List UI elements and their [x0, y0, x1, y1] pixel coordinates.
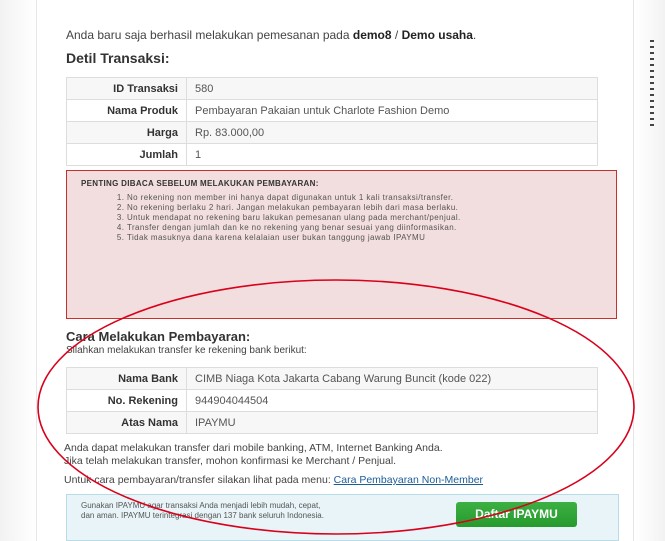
promo-text: Gunakan IPAYMU agar transaksi Anda menja…: [81, 501, 324, 520]
payment-method-title: Cara Melakukan Pembayaran:: [66, 329, 251, 344]
account-holder-value: IPAYMU: [186, 411, 598, 434]
table-row: Jumlah 1: [66, 143, 598, 166]
payment-method-subtitle: Silahkan melakukan transfer ke rekening …: [66, 345, 307, 356]
transfer-info: Anda dapat melakukan transfer dari mobil…: [64, 442, 443, 468]
price-value: Rp. 83.000,00: [186, 121, 598, 144]
list-item: Tidak masuknya dana karena kelalaian use…: [127, 233, 587, 243]
content-border-right: [633, 0, 634, 541]
bank-account-table: Nama Bank CIMB Niaga Kota Jakarta Cabang…: [66, 367, 598, 434]
table-row: Atas Nama IPAYMU: [66, 411, 598, 434]
product-name-label: Nama Produk: [66, 99, 187, 122]
register-ipaymu-button[interactable]: Daftar IPAYMU: [456, 502, 577, 527]
business-name: Demo usaha: [401, 28, 473, 42]
price-label: Harga: [66, 121, 187, 144]
transaction-id-value: 580: [186, 77, 598, 100]
product-name-value: Pembayaran Pakaian untuk Charlote Fashio…: [186, 99, 598, 122]
table-row: Nama Bank CIMB Niaga Kota Jakarta Cabang…: [66, 367, 598, 390]
list-item: No rekening non member ini hanya dapat d…: [127, 193, 587, 203]
payment-guide-line: Untuk cara pembayaran/transfer silakan l…: [64, 474, 484, 486]
bank-name-label: Nama Bank: [66, 367, 187, 390]
page-margin-left: [0, 0, 36, 541]
table-row: ID Transaksi 580: [66, 77, 598, 100]
warning-box: PENTING DIBACA SEBELUM MELAKUKAN PEMBAYA…: [66, 170, 617, 319]
order-confirmation-message: Anda baru saja berhasil melakukan pemesa…: [66, 28, 477, 42]
account-number-label: No. Rekening: [66, 389, 187, 412]
warning-list: No rekening non member ini hanya dapat d…: [111, 193, 587, 243]
list-item: Transfer dengan jumlah dan ke no rekenin…: [127, 223, 587, 233]
ipaymu-promo-box: Gunakan IPAYMU agar transaksi Anda menja…: [66, 494, 619, 541]
quantity-value: 1: [186, 143, 598, 166]
warning-title: PENTING DIBACA SEBELUM MELAKUKAN PEMBAYA…: [81, 179, 319, 188]
list-item: No rekening berlaku 2 hari. Jangan melak…: [127, 203, 587, 213]
merchant-name: demo8: [352, 28, 392, 42]
account-number-value: 944904044504: [186, 389, 598, 412]
transaction-detail-title: Detil Transaksi:: [66, 50, 170, 66]
quantity-label: Jumlah: [66, 143, 187, 166]
transaction-id-label: ID Transaksi: [66, 77, 187, 100]
transfer-info-line: Anda dapat melakukan transfer dari mobil…: [64, 442, 443, 454]
payment-guide-link[interactable]: Cara Pembayaran Non-Member: [334, 474, 483, 486]
table-row: No. Rekening 944904044504: [66, 389, 598, 412]
transaction-table: ID Transaksi 580 Nama Produk Pembayaran …: [66, 77, 598, 166]
table-row: Harga Rp. 83.000,00: [66, 121, 598, 144]
transfer-info-line: Jika telah melakukan transfer, mohon kon…: [64, 455, 397, 467]
account-holder-label: Atas Nama: [66, 411, 187, 434]
scrollbar-track[interactable]: [650, 40, 654, 130]
content-border-left: [36, 0, 37, 541]
table-row: Nama Produk Pembayaran Pakaian untuk Cha…: [66, 99, 598, 122]
list-item: Untuk mendapat no rekening baru lakukan …: [127, 213, 587, 223]
bank-name-value: CIMB Niaga Kota Jakarta Cabang Warung Bu…: [186, 367, 598, 390]
